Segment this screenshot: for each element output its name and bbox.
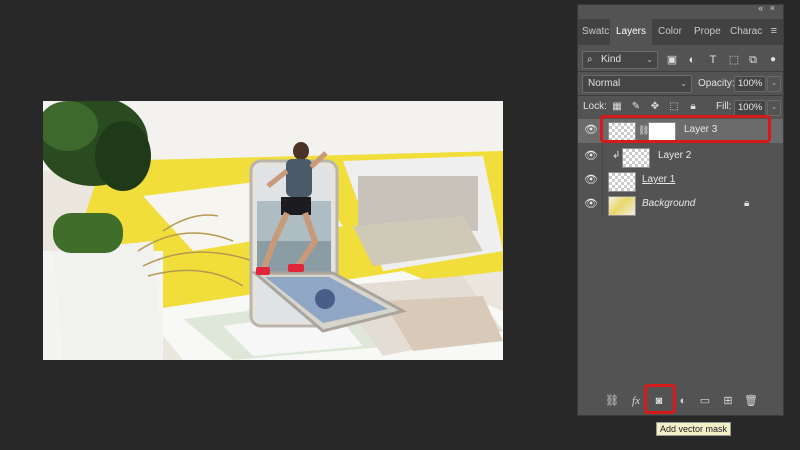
fill-dropdown-icon[interactable]: ⌄ [767, 100, 781, 116]
layers-bottom-toolbar: ⛓︎ fx ◙ ◐ ▭ ⊞ 🗑︎ [578, 389, 783, 413]
blend-mode-select[interactable]: Normal ⌄ [582, 75, 692, 93]
chevron-down-icon: ⌄ [680, 79, 687, 88]
trash-icon[interactable]: 🗑︎ [743, 393, 759, 409]
opacity-dropdown-icon[interactable]: ⌄ [767, 76, 781, 92]
filter-pixel-icon[interactable]: ▣ [665, 53, 679, 67]
tab-properties[interactable]: Prope [690, 19, 726, 45]
eye-icon[interactable]: 👁︎ [584, 149, 598, 163]
layer-name: Layer 1 [642, 174, 676, 185]
filter-kind-select[interactable]: ⌕ Kind ⌄ [582, 51, 658, 69]
opacity-label: Opacity: [698, 78, 735, 89]
collapse-panel-icon[interactable]: « × [758, 3, 777, 13]
layers-panel: « × Swatc Layers Color Prope Charac ≡ ⌕ … [577, 3, 784, 416]
layer-row[interactable]: 👁︎ Layer 1 [578, 169, 783, 193]
clipping-arrow-icon: ↲ [612, 150, 621, 161]
lock-all-icon[interactable]: 🔒︎ [686, 100, 700, 114]
tooltip: Add vector mask [656, 422, 732, 436]
panel-tabs: Swatc Layers Color Prope Charac [578, 19, 783, 45]
composite-photo [43, 101, 503, 360]
fill-input[interactable]: 100% [734, 100, 767, 116]
divider [578, 95, 783, 96]
layer-row[interactable]: 👁︎ ↲ Layer 2 [578, 145, 783, 169]
lock-position-icon[interactable]: ✥ [648, 100, 662, 114]
fill-label: Fill: [716, 101, 732, 112]
lock-transparent-icon[interactable]: ▦ [610, 100, 624, 114]
layer-filter-row: ⌕ Kind ⌄ ▣ ◐ T ⬚ ⧉ ● [578, 49, 783, 71]
tab-character[interactable]: Charac [726, 19, 764, 45]
filter-shape-icon[interactable]: ⬚ [727, 53, 741, 67]
chevron-down-icon: ⌄ [646, 55, 653, 64]
filter-kind-label: Kind [601, 54, 622, 65]
divider [602, 145, 603, 169]
link-layers-icon[interactable]: ⛓︎ [604, 393, 620, 409]
layer-thumbnail [622, 148, 650, 168]
layer-name: Layer 2 [658, 150, 692, 161]
eye-icon[interactable]: 👁︎ [584, 173, 598, 187]
lock-icon: 🔒︎ [744, 198, 750, 209]
divider [602, 193, 603, 217]
document-image[interactable] [43, 101, 503, 360]
filter-type-icon[interactable]: T [706, 53, 720, 67]
highlight-add-mask [644, 384, 676, 414]
panel-menu-icon[interactable]: ≡ [771, 25, 777, 37]
layer-thumbnail [608, 196, 636, 216]
search-icon: ⌕ [587, 54, 593, 65]
divider [602, 169, 603, 193]
lock-image-icon[interactable]: ✎ [629, 100, 643, 114]
lock-artboard-icon[interactable]: ⬚ [667, 100, 681, 114]
adjustment-layer-icon[interactable]: ◐ [675, 393, 691, 409]
tab-color[interactable]: Color [652, 19, 690, 45]
highlight-layer3 [600, 115, 771, 143]
blend-row: Normal ⌄ Opacity: 100% ⌄ [578, 73, 783, 95]
lock-label: Lock: [583, 101, 607, 112]
document-canvas[interactable] [0, 0, 572, 450]
new-layer-icon[interactable]: ⊞ [720, 393, 736, 409]
divider [578, 71, 783, 72]
layer-name: Background [642, 198, 696, 209]
filter-toggle-icon[interactable]: ● [766, 53, 780, 67]
folder-icon[interactable]: ▭ [697, 393, 713, 409]
filter-smart-object-icon[interactable]: ⧉ [746, 53, 760, 67]
blend-mode-value: Normal [588, 78, 621, 89]
opacity-input[interactable]: 100% [734, 76, 767, 92]
eye-icon[interactable]: 👁︎ [584, 123, 598, 137]
tab-swatches[interactable]: Swatc [578, 19, 610, 45]
eye-icon[interactable]: 👁︎ [584, 197, 598, 211]
layer-thumbnail [608, 172, 636, 192]
layer-row[interactable]: 👁︎ Background 🔒︎ [578, 193, 783, 217]
fx-icon[interactable]: fx [628, 393, 644, 409]
filter-adjustment-icon[interactable]: ◐ [685, 53, 699, 67]
tab-layers[interactable]: Layers [610, 19, 652, 45]
